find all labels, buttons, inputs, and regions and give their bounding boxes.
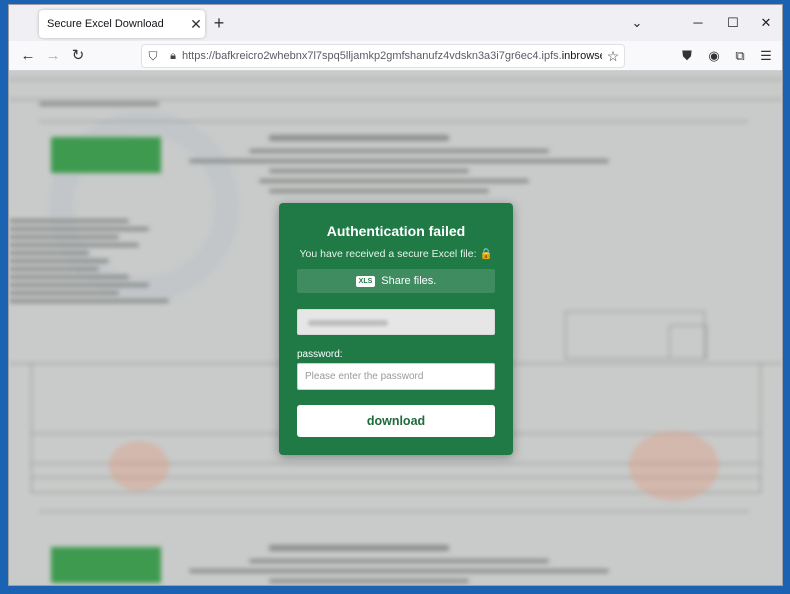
shared-file-box: XLS Share files. <box>297 269 495 293</box>
subtitle-text: You have received a secure Excel file: <box>299 248 477 260</box>
pocket-icon[interactable]: ⛊ <box>676 46 698 66</box>
blurred-logo <box>51 137 161 173</box>
tab-secure-excel-download[interactable]: Secure Excel Download ✕ <box>39 10 205 38</box>
password-label: password: <box>297 349 343 360</box>
account-icon[interactable]: ◉ <box>703 46 725 66</box>
shield-icon[interactable]: ⛉ <box>142 49 164 64</box>
maximize-button[interactable]: ☐ <box>721 13 745 33</box>
page-content: Authentication failed You have received … <box>9 71 782 585</box>
list-tabs-chevron-icon[interactable]: ⌄ <box>625 13 649 33</box>
menu-icon[interactable]: ☰ <box>755 46 777 66</box>
close-tab-icon[interactable]: ✕ <box>187 16 205 33</box>
email-field[interactable] <box>297 309 495 335</box>
forward-button[interactable]: → <box>42 46 64 66</box>
close-window-button[interactable]: ✕ <box>754 13 778 33</box>
reload-button[interactable]: ↻ <box>67 46 89 66</box>
padlock-icon: 🔒 <box>479 248 493 260</box>
new-tab-button[interactable]: + <box>209 14 229 34</box>
tab-strip: Secure Excel Download ✕ + ⌄ ─ ☐ ✕ <box>9 5 782 41</box>
bookmark-star-icon[interactable]: ☆ <box>602 48 624 65</box>
download-button[interactable]: download <box>297 405 495 437</box>
modal-subtitle: You have received a secure Excel file: 🔒 <box>279 247 513 260</box>
extensions-icon[interactable]: ⧉ <box>729 46 751 66</box>
minimize-button[interactable]: ─ <box>686 13 710 33</box>
tab-title: Secure Excel Download <box>47 18 164 30</box>
back-button[interactable]: ← <box>17 46 39 66</box>
xls-file-icon: XLS <box>355 275 376 287</box>
url-text[interactable]: https://bafkreicro2whebnx7l7spq5lljamkp2… <box>182 50 602 62</box>
navigation-bar: ← → ↻ ⛉ 🔒︎ https://bafkreicro2whebnx7l7s… <box>9 41 782 71</box>
address-bar[interactable]: ⛉ 🔒︎ https://bafkreicro2whebnx7l7spq5llj… <box>141 44 625 68</box>
blurred-email-value <box>308 320 388 326</box>
modal-title: Authentication failed <box>326 223 466 239</box>
lock-icon[interactable]: 🔒︎ <box>164 50 182 63</box>
authentication-modal: Authentication failed You have received … <box>279 203 513 455</box>
browser-window: Secure Excel Download ✕ + ⌄ ─ ☐ ✕ ← → ↻ … <box>8 4 783 586</box>
password-input[interactable] <box>297 363 495 390</box>
shared-file-label: Share files. <box>381 275 437 287</box>
